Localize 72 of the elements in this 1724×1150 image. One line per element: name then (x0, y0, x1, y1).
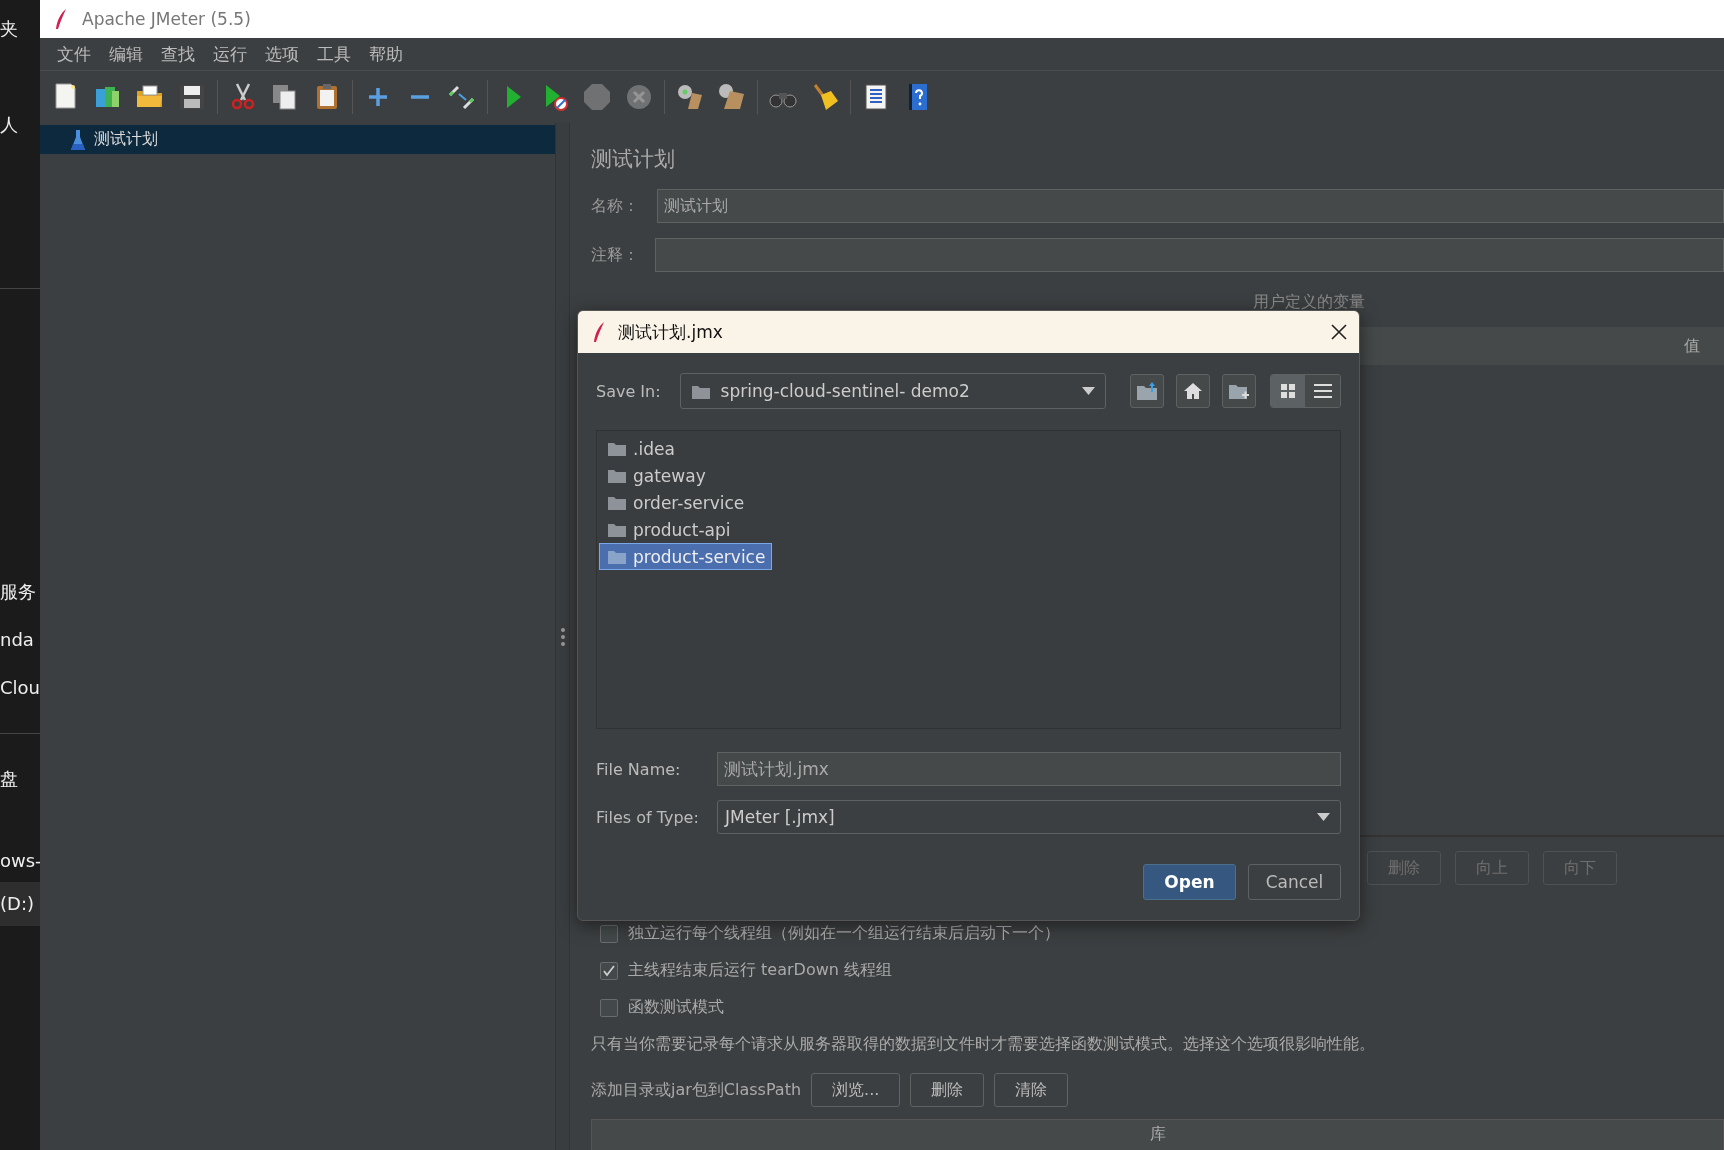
field-label: 名称： (591, 195, 640, 217)
checkbox[interactable] (600, 998, 618, 1017)
feather-icon (54, 8, 68, 30)
close-icon[interactable] (1331, 324, 1347, 340)
file-name-label: File Name: (596, 759, 682, 779)
grip-icon[interactable] (560, 627, 565, 646)
checkbox[interactable] (600, 961, 618, 980)
menu-item[interactable]: 文件 (48, 40, 100, 68)
dialog-title: 测试计划.jmx (618, 320, 724, 344)
feather-icon (592, 321, 606, 343)
folder-item[interactable]: product-api (599, 516, 738, 543)
home-button[interactable] (1176, 374, 1210, 408)
flask-icon (70, 128, 86, 151)
desktop-item[interactable]: nda (0, 627, 40, 653)
folder-icon (607, 521, 627, 538)
folder-item[interactable]: product-service (599, 543, 773, 570)
menu-item[interactable]: 运行 (204, 40, 256, 68)
checkbox-label: 主线程结束后运行 tearDown 线程组 (628, 960, 892, 981)
column-header: 值 (1684, 335, 1700, 357)
folder-icon (607, 467, 627, 484)
column-header: 库 (1149, 1124, 1166, 1145)
folder-item[interactable]: .idea (599, 435, 682, 462)
home-icon (1182, 382, 1203, 400)
menu-item[interactable]: 查找 (152, 40, 204, 68)
file-name-field[interactable]: 测试计划.jmx (717, 752, 1341, 786)
dialog-button[interactable]: Cancel (1248, 864, 1341, 900)
caret-icon (1317, 813, 1330, 821)
view-toggle[interactable] (1270, 375, 1306, 407)
menu-item[interactable]: 编辑 (100, 40, 152, 68)
folder-icon (607, 440, 627, 457)
new-folder-button[interactable] (1221, 374, 1256, 408)
classpath-label: 添加目录或jar包到ClassPath (591, 1079, 802, 1101)
window-title: Apache JMeter (5.5) (82, 9, 251, 29)
folder-item[interactable]: gateway (599, 462, 713, 489)
desktop-item[interactable]: 盘 (0, 766, 40, 792)
up-folder-button[interactable] (1130, 374, 1165, 408)
tree-label: 测试计划 (94, 129, 158, 150)
desktop-item[interactable]: (D:) (0, 882, 40, 926)
checkbox-label: 独立运行每个线程组（例如在一个组运行结束后启动下一个） (628, 923, 1060, 944)
dialog-button[interactable]: Open (1143, 864, 1236, 900)
list-icon (1313, 384, 1332, 398)
menu-item[interactable]: 帮助 (360, 40, 412, 68)
view-toggle[interactable] (1305, 375, 1340, 407)
folder-icon (607, 494, 627, 511)
hint-text: 只有当你需要记录每个请求从服务器取得的数据到文件时才需要选择函数测试模式。选择这个选项很影响性能。 (591, 1034, 1376, 1055)
desktop-item[interactable]: Clou (0, 675, 40, 701)
menu-item[interactable]: 选项 (256, 40, 308, 68)
grid-icon (1280, 384, 1295, 398)
field-label: 注释： (591, 244, 640, 266)
desktop-item[interactable]: ows- (0, 848, 40, 874)
section-title: 用户定义的变量 (1253, 292, 1366, 312)
folder-item[interactable]: order-service (599, 489, 752, 516)
menu-item[interactable]: 工具 (308, 40, 360, 68)
classpath-button[interactable]: 清除 (994, 1073, 1069, 1107)
comment-field[interactable] (655, 238, 1724, 272)
panel-heading: 测试计划 (591, 146, 676, 173)
name-field[interactable]: 测试计划 (657, 189, 1724, 223)
save-in-dropdown[interactable]: spring-cloud-sentinel- demo2 (679, 373, 1107, 409)
file-type-dropdown[interactable]: JMeter [.jmx] (717, 800, 1341, 834)
desktop-item[interactable]: 服务 (0, 579, 40, 605)
folder-up-icon (1136, 381, 1159, 401)
classpath-button[interactable]: 删除 (910, 1073, 985, 1107)
checkbox[interactable] (600, 924, 618, 943)
classpath-button[interactable]: 浏览... (811, 1073, 901, 1107)
desktop-item[interactable]: 夹 (0, 16, 40, 42)
save-in-label: Save In: (596, 381, 661, 401)
folder-icon (607, 548, 627, 565)
desktop-item[interactable]: 人 (0, 112, 40, 138)
checkbox-label: 函数测试模式 (628, 997, 724, 1018)
caret-icon (1082, 387, 1096, 395)
file-type-label: Files of Type: (596, 807, 700, 827)
tree-item[interactable]: 测试计划 (40, 125, 555, 154)
